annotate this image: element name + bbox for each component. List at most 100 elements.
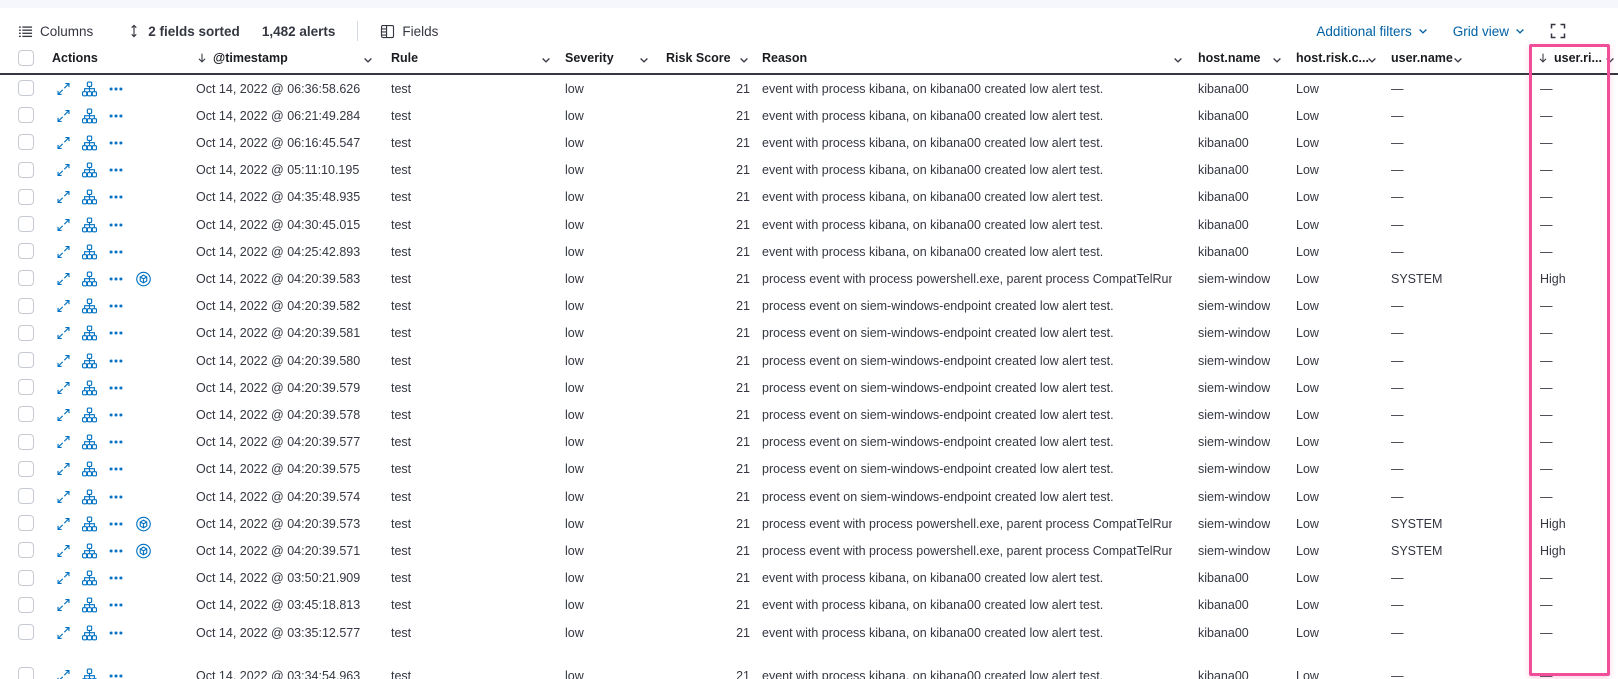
analyzer-icon[interactable] <box>82 271 97 286</box>
cell-severity[interactable]: low <box>565 626 631 640</box>
analyzer-icon[interactable] <box>82 81 97 96</box>
row-checkbox[interactable] <box>18 624 34 640</box>
cell-host_risk[interactable]: Low <box>1296 136 1358 150</box>
cell-user_name[interactable]: — <box>1391 462 1451 476</box>
more-actions-icon[interactable] <box>109 571 123 585</box>
cell-host_name[interactable]: kibana00 <box>1198 163 1270 177</box>
cell-rule[interactable]: test <box>391 598 533 612</box>
more-actions-icon[interactable] <box>109 462 123 476</box>
cell-reason[interactable]: process event on siem-windows-endpoint c… <box>762 490 1172 504</box>
cell-reason[interactable]: event with process kibana, on kibana00 c… <box>762 598 1172 612</box>
expand-alert-icon[interactable] <box>57 136 70 149</box>
cell-user_risk[interactable]: — <box>1540 326 1602 340</box>
cell-user_risk[interactable]: — <box>1540 82 1602 96</box>
cell-rule[interactable]: test <box>391 109 533 123</box>
cell-host_risk[interactable]: Low <box>1296 163 1358 177</box>
cell-rule[interactable]: test <box>391 354 533 368</box>
cell-rule[interactable]: test <box>391 381 533 395</box>
cell-host_name[interactable]: siem-window... <box>1198 408 1270 422</box>
cell-host_risk[interactable]: Low <box>1296 272 1358 286</box>
cell-reason[interactable]: process event on siem-windows-endpoint c… <box>762 381 1172 395</box>
cell-risk_score[interactable]: 21 <box>666 82 750 96</box>
row-checkbox[interactable] <box>18 515 34 531</box>
expand-alert-icon[interactable] <box>57 572 70 585</box>
cell-host_risk[interactable]: Low <box>1296 190 1358 204</box>
cell-risk_score[interactable]: 21 <box>666 109 750 123</box>
cell-rule[interactable]: test <box>391 218 533 232</box>
expand-alert-icon[interactable] <box>57 164 70 177</box>
cell-rule[interactable]: test <box>391 462 533 476</box>
cell-risk_score[interactable]: 21 <box>666 626 750 640</box>
cell-rule[interactable]: test <box>391 544 533 558</box>
cell-user_name[interactable]: — <box>1391 571 1451 585</box>
cell-reason[interactable]: event with process kibana, on kibana00 c… <box>762 136 1172 150</box>
cell-host_risk[interactable]: Low <box>1296 408 1358 422</box>
cell-reason[interactable]: process event with process powershell.ex… <box>762 517 1172 531</box>
cell-user_name[interactable]: — <box>1391 326 1451 340</box>
row-checkbox[interactable] <box>18 216 34 232</box>
cell-risk_score[interactable]: 21 <box>666 490 750 504</box>
cell-host_name[interactable]: siem-window... <box>1198 490 1270 504</box>
cell-user_name[interactable]: — <box>1391 163 1451 177</box>
analyzer-icon[interactable] <box>82 489 97 504</box>
cell-user_risk[interactable]: — <box>1540 354 1602 368</box>
column-header-host_risk[interactable]: host.risk.c... <box>1296 51 1369 65</box>
cell-timestamp[interactable]: Oct 14, 2022 @ 04:20:39.571 <box>196 544 364 558</box>
cell-user_risk[interactable]: — <box>1540 245 1602 259</box>
cell-rule[interactable]: test <box>391 490 533 504</box>
cell-user_risk[interactable]: — <box>1540 190 1602 204</box>
expand-alert-icon[interactable] <box>57 517 70 530</box>
column-header-user_risk[interactable]: user.ri... <box>1537 51 1602 65</box>
cell-user_name[interactable]: — <box>1391 354 1451 368</box>
more-actions-icon[interactable] <box>109 408 123 422</box>
cell-risk_score[interactable]: 21 <box>666 544 750 558</box>
cell-timestamp[interactable]: Oct 14, 2022 @ 04:35:48.935 <box>196 190 364 204</box>
cell-risk_score[interactable]: 21 <box>666 462 750 476</box>
cell-reason[interactable]: process event on siem-windows-endpoint c… <box>762 408 1172 422</box>
cell-reason[interactable]: event with process kibana, on kibana00 c… <box>762 245 1172 259</box>
cell-host_risk[interactable]: Low <box>1296 109 1358 123</box>
row-checkbox[interactable] <box>18 107 34 123</box>
cell-severity[interactable]: low <box>565 272 631 286</box>
cell-user_risk[interactable]: — <box>1540 381 1602 395</box>
cell-host_name[interactable]: kibana00 <box>1198 136 1270 150</box>
expand-alert-icon[interactable] <box>57 669 70 679</box>
more-actions-icon[interactable] <box>109 245 123 259</box>
expand-alert-icon[interactable] <box>57 544 70 557</box>
cell-user_name[interactable]: — <box>1391 245 1451 259</box>
expand-alert-icon[interactable] <box>57 191 70 204</box>
cell-timestamp[interactable]: Oct 14, 2022 @ 04:20:39.580 <box>196 354 364 368</box>
cell-risk_score[interactable]: 21 <box>666 517 750 531</box>
row-checkbox[interactable] <box>18 298 34 314</box>
expand-alert-icon[interactable] <box>57 354 70 367</box>
cell-severity[interactable]: low <box>565 245 631 259</box>
row-checkbox[interactable] <box>18 352 34 368</box>
cell-host_risk[interactable]: Low <box>1296 82 1358 96</box>
cell-user_risk[interactable]: — <box>1540 490 1602 504</box>
cell-host_name[interactable]: kibana00 <box>1198 82 1270 96</box>
row-checkbox[interactable] <box>18 597 34 613</box>
row-checkbox[interactable] <box>18 325 34 341</box>
analyzer-icon[interactable] <box>82 353 97 368</box>
analyzer-icon[interactable] <box>82 299 97 314</box>
cell-timestamp[interactable]: Oct 14, 2022 @ 03:45:18.813 <box>196 598 364 612</box>
cell-host_name[interactable]: siem-window... <box>1198 272 1270 286</box>
analyzer-icon[interactable] <box>82 571 97 586</box>
column-header-host_name[interactable]: host.name <box>1198 51 1261 65</box>
cell-user_name[interactable]: SYSTEM <box>1391 272 1451 286</box>
cell-timestamp[interactable]: Oct 14, 2022 @ 04:20:39.578 <box>196 408 364 422</box>
cell-host_name[interactable]: siem-window... <box>1198 326 1270 340</box>
analyzer-icon[interactable] <box>82 516 97 531</box>
expand-alert-icon[interactable] <box>57 245 70 258</box>
cell-user_name[interactable]: — <box>1391 82 1451 96</box>
cell-reason[interactable]: process event on siem-windows-endpoint c… <box>762 326 1172 340</box>
cell-user_risk[interactable]: — <box>1540 109 1602 123</box>
analyzer-icon[interactable] <box>82 407 97 422</box>
expand-alert-icon[interactable] <box>57 109 70 122</box>
cell-reason[interactable]: event with process kibana, on kibana00 c… <box>762 190 1172 204</box>
expand-alert-icon[interactable] <box>57 626 70 639</box>
cell-user_name[interactable]: — <box>1391 190 1451 204</box>
cell-risk_score[interactable]: 21 <box>666 190 750 204</box>
cell-risk_score[interactable]: 21 <box>666 669 750 679</box>
cell-user_name[interactable]: SYSTEM <box>1391 544 1451 558</box>
